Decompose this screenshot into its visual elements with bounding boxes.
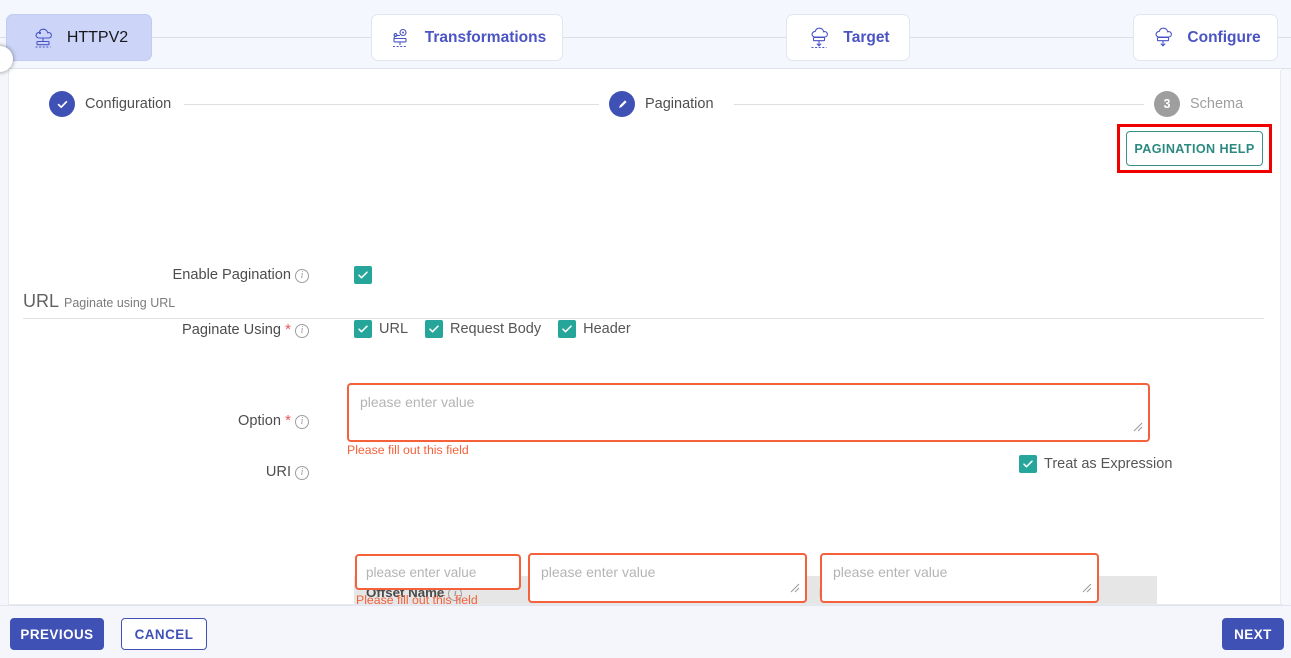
paginate-using-request-body-checkbox[interactable] (425, 320, 444, 338)
tab-label: Configure (1187, 28, 1261, 46)
option-label: Option * i (69, 412, 309, 429)
previous-button[interactable]: PREVIOUS (10, 618, 104, 650)
wizard-stepper: Configuration Pagination 3 Schema (9, 91, 1282, 135)
tab-label: HTTPV2 (66, 28, 129, 46)
paginate-using-header-checkbox[interactable] (558, 320, 577, 338)
info-icon[interactable]: i (295, 269, 309, 283)
vertical-scrollbar[interactable] (1280, 70, 1289, 604)
step-pencil-icon (609, 91, 635, 117)
paginate-using-url-label: URL (379, 321, 409, 337)
treat-as-expression-checkbox[interactable] (1019, 455, 1037, 473)
step-check-icon (49, 91, 75, 117)
tab-httpv2[interactable]: HTTPV2 (6, 14, 152, 61)
check-icon (1023, 460, 1033, 468)
pagination-help-button[interactable]: PAGINATION HELP (1126, 131, 1263, 166)
check-icon (562, 325, 572, 333)
pagination-form-panel: Configuration Pagination 3 Schema PAGINA… (8, 69, 1283, 605)
step-number-badge: 3 (1154, 91, 1180, 117)
tab-label: Target (843, 28, 890, 46)
offset-name-error-message: Please fill out this field (356, 593, 478, 605)
paginate-using-url-checkbox[interactable] (354, 320, 372, 338)
pipeline-tab-bar: HTTPV2 Transformations Target Configure (0, 0, 1291, 69)
paginate-using-label: Paginate Using * i (69, 321, 309, 338)
tab-transformations[interactable]: Transformations (371, 14, 563, 61)
url-section-subtitle: Paginate using URL (64, 296, 176, 310)
step-label-pagination: Pagination (645, 96, 714, 112)
url-section-header: URL Paginate using URL (23, 291, 1264, 319)
step-configuration[interactable]: Configuration (49, 91, 171, 117)
info-icon[interactable]: i (295, 466, 309, 480)
uri-label: URI i (69, 464, 309, 480)
step-schema[interactable]: 3 Schema (1154, 91, 1243, 117)
step-label-configuration: Configuration (85, 96, 172, 112)
uri-input[interactable] (347, 383, 1150, 442)
initial-offset-value-input[interactable] (528, 553, 807, 603)
paginate-using-request-body-label: Request Body (450, 321, 542, 337)
paginate-using-url[interactable]: URL (354, 320, 408, 338)
uri-error-message: Please fill out this field (347, 443, 469, 457)
http-cloud-icon (35, 28, 52, 48)
required-asterisk: * (280, 412, 291, 429)
target-cloud-icon (811, 27, 829, 48)
info-icon[interactable]: i (295, 324, 309, 338)
enable-pagination-checkbox-group (354, 266, 372, 284)
step-connector-2 (734, 104, 1144, 105)
next-offset-value-input[interactable] (820, 553, 1099, 603)
paginate-using-request-body[interactable]: Request Body (425, 320, 541, 338)
paginate-using-header[interactable]: Header (558, 320, 631, 338)
enable-pagination-checkbox[interactable] (354, 266, 372, 284)
tab-label: Transformations (424, 28, 547, 46)
tab-target[interactable]: Target (786, 14, 910, 61)
offset-name-input[interactable] (355, 554, 521, 590)
next-button[interactable]: NEXT (1222, 618, 1284, 650)
check-icon (358, 325, 368, 333)
step-connector-1 (184, 104, 599, 105)
pagination-wizard-page: HTTPV2 Transformations Target Configure … (0, 0, 1291, 658)
enable-pagination-label: Enable Pagination i (69, 267, 309, 283)
transformations-gear-icon (392, 28, 407, 47)
tab-configure[interactable]: Configure (1133, 14, 1278, 61)
tab-connector-line (0, 37, 1291, 38)
check-icon (57, 100, 67, 108)
check-icon (358, 271, 368, 279)
step-label-schema: Schema (1190, 96, 1244, 112)
url-section-title: URL (23, 291, 60, 311)
configure-cloud-icon (1155, 27, 1173, 47)
info-icon[interactable]: i (295, 415, 309, 429)
required-asterisk: * (280, 321, 291, 338)
treat-as-expression-group[interactable]: Treat as Expression (1019, 455, 1172, 473)
wizard-footer: PREVIOUS CANCEL NEXT (0, 605, 1291, 658)
treat-as-expression-label: Treat as Expression (1044, 456, 1173, 472)
pencil-icon (618, 99, 627, 108)
paginate-using-options: URL Request Body Header (354, 320, 648, 338)
cancel-button[interactable]: CANCEL (121, 618, 207, 650)
paginate-using-header-label: Header (583, 321, 631, 337)
check-icon (429, 325, 439, 333)
step-pagination[interactable]: Pagination (609, 91, 714, 117)
